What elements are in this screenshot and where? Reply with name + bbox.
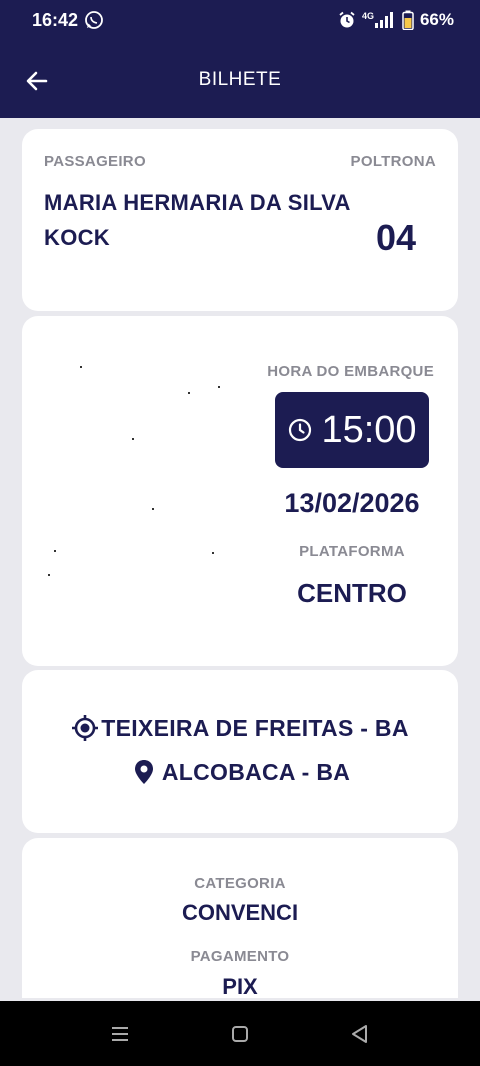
platform-value: CENTRO bbox=[297, 578, 407, 608]
destination-city: ALCOBACA - BA bbox=[161, 758, 351, 785]
passenger-label: PASSAGEIRO bbox=[44, 153, 146, 170]
alarm-icon bbox=[339, 11, 355, 28]
status-bar: 16:42 4G 66% bbox=[0, 0, 480, 44]
boarding-time: 15:00 bbox=[321, 408, 417, 451]
platform-label: PLATAFORMA bbox=[299, 543, 405, 560]
seat-label: POLTRONA bbox=[350, 153, 436, 170]
network-type-label: 4G bbox=[361, 11, 374, 21]
destination-row: ALCOBACA - BA bbox=[22, 758, 458, 786]
boarding-date: 13/02/2026 bbox=[284, 488, 420, 518]
origin-city: TEIXEIRA DE FREITAS - BA bbox=[101, 714, 409, 741]
payment-value: PIX bbox=[222, 974, 258, 998]
crosshair-icon bbox=[72, 715, 99, 741]
qr-code-area bbox=[40, 346, 260, 626]
back-triangle-icon[interactable] bbox=[347, 1021, 373, 1047]
signal-icon bbox=[374, 12, 393, 28]
route-card: TEIXEIRA DE FREITAS - BA ALCOBACA - BA bbox=[22, 670, 458, 833]
battery-percentage: 66% bbox=[419, 10, 454, 29]
location-pin-icon bbox=[134, 760, 153, 784]
details-card: CATEGORIA CONVENCI PAGAMENTO PIX bbox=[22, 838, 458, 998]
payment-label: PAGAMENTO bbox=[190, 948, 290, 965]
boarding-time-label: HORA DO EMBARQUE bbox=[267, 363, 434, 380]
boarding-time-box: 15:00 bbox=[275, 392, 429, 468]
recent-apps-icon[interactable] bbox=[107, 1021, 133, 1047]
system-nav-bar bbox=[0, 1001, 480, 1066]
page-title: BILHETE bbox=[198, 69, 282, 90]
status-icons: 4G 66% bbox=[338, 10, 454, 30]
passenger-card: PASSAGEIRO POLTRONA MARIA HERMARIA DA SI… bbox=[22, 129, 458, 311]
whatsapp-icon bbox=[85, 11, 103, 29]
seat-number: 04 bbox=[375, 217, 416, 258]
home-icon[interactable] bbox=[227, 1021, 253, 1047]
origin-row: TEIXEIRA DE FREITAS - BA bbox=[22, 714, 458, 742]
battery-icon bbox=[402, 10, 414, 30]
status-time: 16:42 bbox=[32, 10, 79, 30]
app-bar: BILHETE bbox=[0, 44, 480, 118]
category-value: CONVENCI bbox=[181, 900, 299, 925]
clock-icon bbox=[289, 418, 312, 442]
passenger-name: MARIA HERMARIA DA SILVA KOCK bbox=[44, 190, 350, 250]
category-label: CATEGORIA bbox=[194, 875, 286, 892]
boarding-card: HORA DO EMBARQUE 15:00 13/02/2026 PLATAF… bbox=[22, 316, 458, 666]
